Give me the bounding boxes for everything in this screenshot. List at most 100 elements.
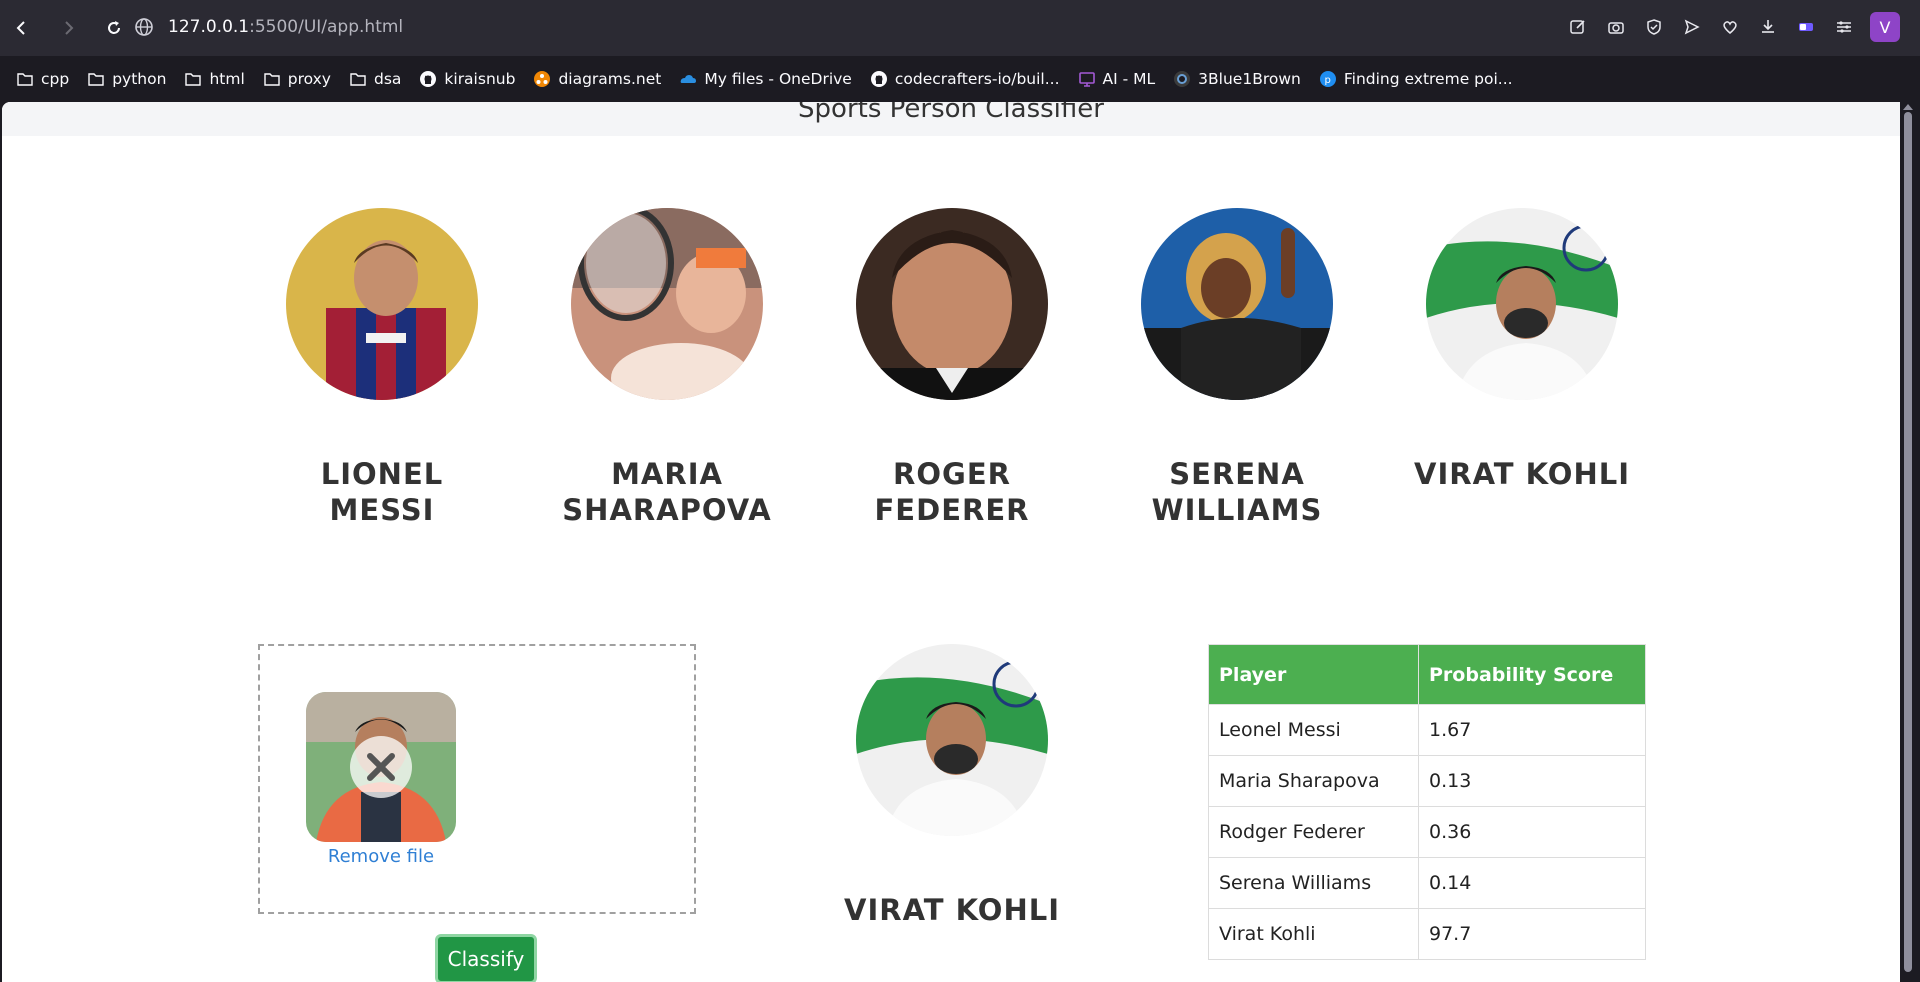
- cell-score: 0.14: [1418, 857, 1646, 909]
- bookmark-label: proxy: [287, 70, 331, 88]
- heart-icon: [1723, 21, 1737, 34]
- p-icon: p: [1319, 70, 1337, 88]
- bookmark-item[interactable]: kiraisnub: [419, 70, 515, 88]
- toolbar-actions: V: [1566, 12, 1900, 42]
- cell-score: 0.13: [1418, 755, 1646, 807]
- result-card: VIRAT KOHLI: [822, 644, 1082, 928]
- bookmark-label: AI - ML: [1102, 70, 1156, 88]
- player-card-federer: ROGER FEDERER: [822, 208, 1082, 528]
- header-player: Player: [1208, 644, 1419, 705]
- extension-button[interactable]: [1794, 15, 1818, 39]
- camera-icon: [1608, 22, 1624, 34]
- cell-player: Leonel Messi: [1208, 704, 1419, 756]
- bookmark-item[interactable]: My files - OneDrive: [679, 70, 852, 88]
- globe-icon: [135, 18, 153, 36]
- player-card-sharapova: MARIA SHARAPOVA: [537, 208, 797, 528]
- player-name-line1: SERENA: [1169, 457, 1305, 491]
- page-navbar: Sports Person Classifier: [2, 102, 1900, 136]
- bookmark-label: html: [209, 70, 245, 88]
- cell-player: Maria Sharapova: [1208, 755, 1419, 807]
- diagrams-icon: [533, 70, 551, 88]
- profile-avatar[interactable]: V: [1870, 12, 1900, 42]
- github-icon: [419, 70, 437, 88]
- pencil-square-icon: [1570, 20, 1585, 34]
- player-name-line2: WILLIAMS: [1151, 493, 1323, 527]
- probability-table: Player Probability Score Leonel Messi 1.6…: [1208, 644, 1646, 960]
- player-card-serena: SERENA WILLIAMS: [1107, 208, 1367, 528]
- classify-button[interactable]: Classify: [435, 934, 537, 982]
- player-name-line2: FEDERER: [874, 493, 1030, 527]
- player-name-line1: ROGER: [893, 457, 1011, 491]
- folder-icon: [16, 70, 34, 88]
- remove-file-link[interactable]: Remove file: [306, 846, 456, 867]
- player-name-messi: LIONEL MESSI: [252, 456, 512, 528]
- reload-icon: [108, 21, 120, 34]
- folder-icon: [349, 70, 367, 88]
- player-name-sharapova: MARIA SHARAPOVA: [537, 456, 797, 528]
- 3b1b-icon: [1173, 70, 1191, 88]
- favorites-button[interactable]: [1718, 15, 1742, 39]
- player-card-kohli: VIRAT KOHLI: [1392, 208, 1652, 492]
- table-row: Rodger Federer 0.36: [1208, 806, 1646, 858]
- bookmark-item[interactable]: python: [87, 70, 166, 88]
- scrollbar-thumb[interactable]: [1904, 112, 1912, 972]
- result-player-name: VIRAT KOHLI: [844, 893, 1060, 927]
- bookmark-item[interactable]: codecrafters-io/buil...: [870, 70, 1060, 88]
- remove-file-icon[interactable]: [350, 736, 412, 798]
- player-avatar-sharapova: [571, 208, 763, 400]
- uploaded-image-thumbnail: [306, 692, 456, 842]
- sliders-icon: [1837, 21, 1851, 33]
- edit-button[interactable]: [1566, 15, 1590, 39]
- bookmark-label: python: [112, 70, 167, 88]
- page-viewport: Sports Person Classifier LIONEL MESSI MAR…: [2, 102, 1900, 982]
- player-name-kohli: VIRAT KOHLI: [1392, 456, 1652, 492]
- bookmark-item[interactable]: diagrams.net: [533, 70, 661, 88]
- player-name-line1: VIRAT KOHLI: [1414, 457, 1630, 491]
- cell-player: Rodger Federer: [1208, 806, 1419, 858]
- bookmark-item[interactable]: proxy: [263, 70, 331, 88]
- send-button[interactable]: [1680, 15, 1704, 39]
- reload-button[interactable]: [98, 12, 130, 44]
- cell-score: 1.67: [1418, 704, 1646, 756]
- player-name-line1: MARIA: [611, 457, 723, 491]
- bookmark-item[interactable]: AI - ML: [1078, 70, 1156, 88]
- bookmark-label: My files - OneDrive: [704, 70, 852, 88]
- player-avatar-federer: [856, 208, 1048, 400]
- folder-icon: [87, 70, 105, 88]
- bookmark-item[interactable]: p Finding extreme poi...: [1319, 70, 1513, 88]
- upload-dropzone[interactable]: Remove file: [258, 644, 696, 914]
- settings-button[interactable]: [1832, 15, 1856, 39]
- bookmark-label: 3Blue1Brown: [1198, 70, 1301, 88]
- back-button[interactable]: [6, 12, 38, 44]
- bookmark-item[interactable]: 3Blue1Brown: [1173, 70, 1301, 88]
- shield-icon: [1647, 19, 1661, 35]
- url-bar[interactable]: 127.0.0.1:5500/UI/app.html: [134, 9, 403, 45]
- folder-icon: [263, 70, 281, 88]
- player-avatar-serena: [1141, 208, 1333, 400]
- cell-player: Virat Kohli: [1208, 908, 1419, 960]
- player-name-federer: ROGER FEDERER: [822, 456, 1082, 528]
- table-header-row: Player Probability Score: [1208, 644, 1646, 705]
- table-row: Serena Williams 0.14: [1208, 857, 1646, 909]
- bookmark-label: diagrams.net: [558, 70, 662, 88]
- cell-player: Serena Williams: [1208, 857, 1419, 909]
- bookmark-item[interactable]: html: [184, 70, 245, 88]
- chevron-right-icon: [65, 21, 74, 35]
- bookmark-label: codecrafters-io/buil...: [894, 70, 1060, 88]
- downloads-button[interactable]: [1756, 15, 1780, 39]
- bookmark-item[interactable]: dsa: [349, 70, 401, 88]
- screenshot-button[interactable]: [1604, 15, 1628, 39]
- bookmark-label: cpp: [41, 70, 70, 88]
- url-host: 127.0.0.1: [168, 17, 250, 37]
- browser-toolbar: 127.0.0.1:5500/UI/app.html V: [0, 0, 1920, 56]
- scroll-up-arrow[interactable]: [1903, 104, 1913, 110]
- page-title: Sports Person Classifier: [798, 102, 1104, 124]
- player-name-line2: SHARAPOVA: [562, 493, 772, 527]
- bookmark-label: dsa: [373, 70, 402, 88]
- player-name-line1: LIONEL: [320, 457, 444, 491]
- onedrive-icon: [679, 70, 697, 88]
- forward-button[interactable]: [52, 12, 84, 44]
- shield-button[interactable]: [1642, 15, 1666, 39]
- player-avatar-kohli: [1426, 208, 1618, 400]
- bookmark-item[interactable]: cpp: [16, 70, 69, 88]
